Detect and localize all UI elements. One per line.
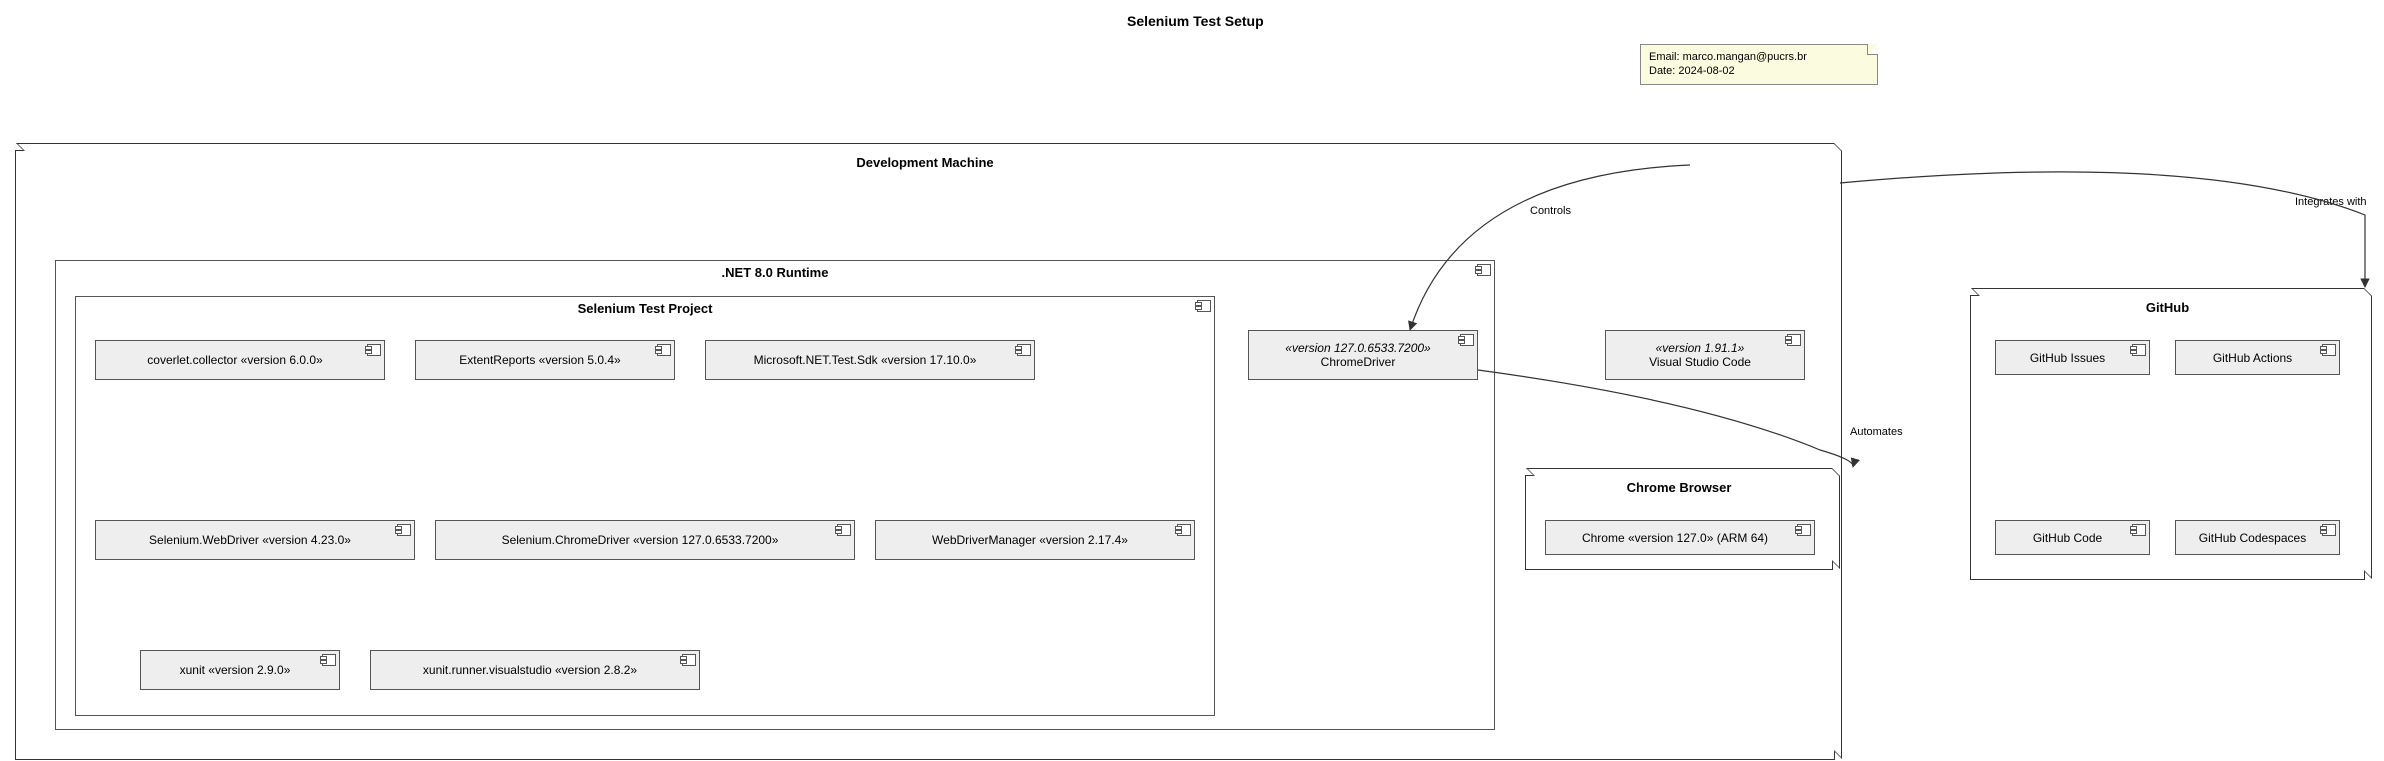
comp-github-actions: GitHub Actions	[2175, 340, 2340, 375]
comp-chrome: Chrome «version 127.0» (ARM 64)	[1545, 520, 1815, 555]
dev-machine-title: Development Machine	[16, 151, 1834, 170]
comp-vscode: «version 1.91.1» Visual Studio Code	[1605, 330, 1805, 380]
pkg-selenium-webdriver: Selenium.WebDriver «version 4.23.0»	[95, 520, 415, 560]
component-icon	[837, 524, 851, 536]
label: GitHub Issues	[2030, 351, 2105, 365]
component-icon	[322, 654, 336, 666]
component-icon	[682, 654, 696, 666]
comp-chromedriver: «version 127.0.6533.7200» ChromeDriver	[1248, 330, 1478, 380]
component-icon	[1787, 334, 1801, 346]
comp-github-issues: GitHub Issues	[1995, 340, 2150, 375]
component-icon	[1177, 524, 1191, 536]
component-icon	[2132, 344, 2146, 356]
pkg-xunit-runner-vs: xunit.runner.visualstudio «version 2.8.2…	[370, 650, 700, 690]
pkg-coverlet: coverlet.collector «version 6.0.0»	[95, 340, 385, 380]
label: ChromeDriver	[1321, 355, 1396, 369]
label: Selenium.ChromeDriver «version 127.0.653…	[502, 533, 779, 547]
diagram-title: Selenium Test Setup	[1127, 13, 1264, 29]
component-icon	[2322, 344, 2336, 356]
label: GitHub Codespaces	[2199, 531, 2306, 545]
component-icon	[367, 344, 381, 356]
component-icon	[1197, 300, 1211, 312]
edge-integrates: Integrates with	[2295, 196, 2367, 208]
label: ExtentReports «version 5.0.4»	[459, 353, 620, 367]
component-icon	[1797, 524, 1811, 536]
label: xunit.runner.visualstudio «version 2.8.2…	[423, 663, 637, 677]
version: «version 127.0.6533.7200»	[1285, 341, 1430, 355]
label: Chrome «version 127.0» (ARM 64)	[1582, 531, 1768, 545]
comp-github-code: GitHub Code	[1995, 520, 2150, 555]
label: xunit «version 2.9.0»	[180, 663, 291, 677]
component-icon	[2132, 524, 2146, 536]
component-icon	[397, 524, 411, 536]
dotnet-title: .NET 8.0 Runtime	[56, 261, 1494, 280]
edge-automates: Automates	[1850, 426, 1903, 438]
comp-github-codespaces: GitHub Codespaces	[2175, 520, 2340, 555]
component-icon	[1460, 334, 1474, 346]
project-title: Selenium Test Project	[76, 297, 1214, 316]
label: GitHub Code	[2033, 531, 2102, 545]
label: GitHub Actions	[2213, 351, 2292, 365]
github-title: GitHub	[1971, 296, 2364, 315]
component-icon	[1477, 264, 1491, 276]
label: coverlet.collector «version 6.0.0»	[147, 353, 322, 367]
version: «version 1.91.1»	[1656, 341, 1745, 355]
note-date: Date: 2024-08-02	[1649, 64, 1869, 78]
pkg-xunit: xunit «version 2.9.0»	[140, 650, 340, 690]
label: WebDriverManager «version 2.17.4»	[932, 533, 1128, 547]
chrome-browser-title: Chrome Browser	[1526, 476, 1832, 495]
component-icon	[2322, 524, 2336, 536]
metadata-note: Email: marco.mangan@pucrs.br Date: 2024-…	[1640, 44, 1878, 85]
component-icon	[1017, 344, 1031, 356]
pkg-mstest-sdk: Microsoft.NET.Test.Sdk «version 17.10.0»	[705, 340, 1035, 380]
label: Microsoft.NET.Test.Sdk «version 17.10.0»	[754, 353, 977, 367]
note-email: Email: marco.mangan@pucrs.br	[1649, 50, 1869, 64]
edge-controls: Controls	[1530, 205, 1571, 217]
component-icon	[657, 344, 671, 356]
pkg-selenium-chromedriver: Selenium.ChromeDriver «version 127.0.653…	[435, 520, 855, 560]
pkg-webdrivermanager: WebDriverManager «version 2.17.4»	[875, 520, 1195, 560]
label: Visual Studio Code	[1649, 355, 1751, 369]
label: Selenium.WebDriver «version 4.23.0»	[149, 533, 351, 547]
pkg-extentreports: ExtentReports «version 5.0.4»	[415, 340, 675, 380]
